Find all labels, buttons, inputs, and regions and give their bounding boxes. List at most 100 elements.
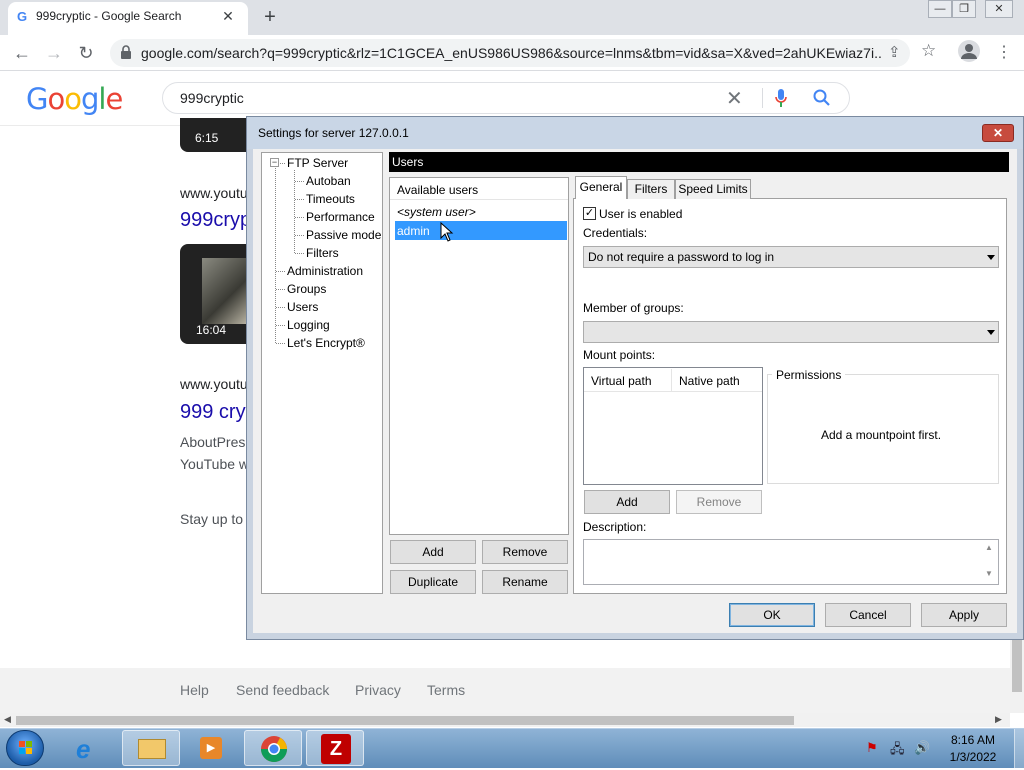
user-enabled-checkbox[interactable]: ✓: [583, 207, 596, 220]
search-query[interactable]: 999cryptic: [180, 90, 244, 106]
dialog-close-button[interactable]: ✕: [982, 124, 1014, 142]
chevron-down-icon: [987, 255, 995, 260]
chrome-taskbar[interactable]: [244, 730, 302, 766]
tree-item-timeouts[interactable]: Timeouts: [306, 192, 355, 206]
column-native-path[interactable]: Native path: [679, 374, 740, 388]
footer-link-terms[interactable]: Terms: [427, 682, 465, 698]
column-virtual-path[interactable]: Virtual path: [591, 374, 652, 388]
tree-item-lets-encrypt[interactable]: Let's Encrypt®: [287, 336, 365, 350]
clock-time[interactable]: 8:16 AM: [938, 733, 1008, 747]
scroll-up-icon[interactable]: ▲: [985, 543, 993, 552]
result-url: www.youtu: [180, 376, 248, 392]
result-title[interactable]: 999 cry: [180, 401, 246, 424]
rename-user-button[interactable]: Rename: [482, 570, 568, 594]
tree-item-passive-mode[interactable]: Passive mode: [306, 228, 381, 242]
clock-date[interactable]: 1/3/2022: [938, 750, 1008, 764]
tab-general[interactable]: General: [575, 176, 627, 199]
scroll-right-icon[interactable]: ▶: [995, 714, 1002, 725]
internet-explorer-taskbar[interactable]: e: [62, 730, 120, 766]
video-duration: 16:04: [196, 323, 227, 337]
folder-icon: [138, 739, 166, 759]
tree-item-performance[interactable]: Performance: [306, 210, 375, 224]
credentials-value: Do not require a password to log in: [588, 250, 775, 264]
tree-item-administration[interactable]: Administration: [287, 264, 363, 278]
cancel-button[interactable]: Cancel: [825, 603, 911, 627]
apply-button[interactable]: Apply: [921, 603, 1007, 627]
tree-item-logging[interactable]: Logging: [287, 318, 330, 332]
forward-button[interactable]: →: [42, 42, 66, 64]
tree-item-autoban[interactable]: Autoban: [306, 174, 351, 188]
user-item-system[interactable]: <system user>: [397, 205, 476, 219]
footer-link-feedback[interactable]: Send feedback: [236, 682, 329, 698]
tree-line: [276, 307, 285, 308]
footer-link-privacy[interactable]: Privacy: [355, 682, 401, 698]
add-user-button[interactable]: Add: [390, 540, 476, 564]
share-icon[interactable]: ⇪: [888, 43, 901, 61]
filezilla-server-taskbar[interactable]: Z: [306, 730, 364, 766]
bookmark-star-icon[interactable]: ☆: [921, 41, 936, 61]
tree-item-users[interactable]: Users: [287, 300, 318, 314]
restore-button[interactable]: ❐: [952, 0, 976, 18]
duplicate-user-button[interactable]: Duplicate: [390, 570, 476, 594]
google-search-box[interactable]: [162, 82, 850, 114]
permissions-empty-text: Add a mountpoint first.: [821, 428, 942, 442]
permissions-label: Permissions: [772, 368, 846, 382]
collapse-icon[interactable]: −: [270, 158, 279, 167]
vertical-scrollbar-thumb[interactable]: [1012, 640, 1022, 692]
media-player-taskbar[interactable]: ▶: [182, 730, 240, 766]
google-footer: [0, 668, 1010, 713]
user-item-admin[interactable]: admin: [397, 224, 430, 238]
tree-item-filters[interactable]: Filters: [306, 246, 339, 260]
scroll-down-icon[interactable]: ▼: [985, 569, 993, 578]
description-textarea[interactable]: [583, 539, 999, 585]
microphone-icon[interactable]: [774, 88, 788, 108]
tree-line: [276, 271, 285, 272]
google-logo[interactable]: Google: [26, 82, 123, 116]
result-url: www.youtu: [180, 185, 248, 201]
tree-item-ftp-server[interactable]: FTP Server: [287, 156, 348, 170]
search-divider: [762, 88, 763, 108]
column-divider: [671, 369, 672, 391]
volume-icon[interactable]: 🔊: [914, 740, 930, 756]
minimize-button[interactable]: —: [928, 0, 952, 18]
result-title[interactable]: 999cryp: [180, 209, 251, 232]
dialog-title: Settings for server 127.0.0.1: [258, 126, 409, 140]
tree-line: [295, 235, 304, 236]
tab-filters[interactable]: Filters: [627, 179, 675, 199]
reload-button[interactable]: ↻: [74, 42, 98, 64]
add-mountpoint-button[interactable]: Add: [584, 490, 670, 514]
scroll-left-icon[interactable]: ◀: [4, 714, 11, 725]
section-header: Users: [389, 152, 1009, 172]
profile-avatar[interactable]: [958, 40, 980, 62]
window-close-button[interactable]: ✕: [985, 0, 1013, 18]
description-label: Description:: [583, 520, 647, 534]
network-icon[interactable]: 🖧: [890, 740, 905, 762]
file-explorer-taskbar[interactable]: [122, 730, 180, 766]
start-button[interactable]: [6, 730, 44, 766]
url-text[interactable]: google.com/search?q=999cryptic&rlz=1C1GC…: [141, 45, 881, 61]
tab-speed-limits[interactable]: Speed Limits: [675, 179, 751, 199]
show-desktop-button[interactable]: [1014, 729, 1024, 768]
remove-mountpoint-button[interactable]: Remove: [676, 490, 762, 514]
browser-menu-icon[interactable]: ⋮: [996, 42, 1012, 62]
clear-search-icon[interactable]: ✕: [726, 86, 743, 111]
groups-select[interactable]: [583, 321, 999, 343]
horizontal-scrollbar-thumb[interactable]: [16, 716, 794, 725]
chrome-icon: [260, 736, 288, 763]
remove-user-button[interactable]: Remove: [482, 540, 568, 564]
thumbnail-image: [202, 258, 246, 324]
tree-line: [276, 325, 285, 326]
stay-up-text: Stay up to: [180, 511, 244, 527]
tree-line: [295, 181, 304, 182]
back-button[interactable]: ←: [10, 42, 34, 64]
ie-icon: e: [76, 734, 91, 764]
ok-button[interactable]: OK: [729, 603, 815, 627]
search-icon[interactable]: [812, 88, 832, 108]
footer-link-help[interactable]: Help: [180, 682, 209, 698]
mouse-cursor-icon: [440, 222, 454, 242]
windows-logo-icon: [19, 741, 32, 754]
tab-close-icon[interactable]: ✕: [218, 6, 238, 26]
flag-icon[interactable]: ⚑: [866, 740, 878, 756]
tree-item-groups[interactable]: Groups: [287, 282, 326, 296]
new-tab-button[interactable]: +: [258, 6, 282, 30]
